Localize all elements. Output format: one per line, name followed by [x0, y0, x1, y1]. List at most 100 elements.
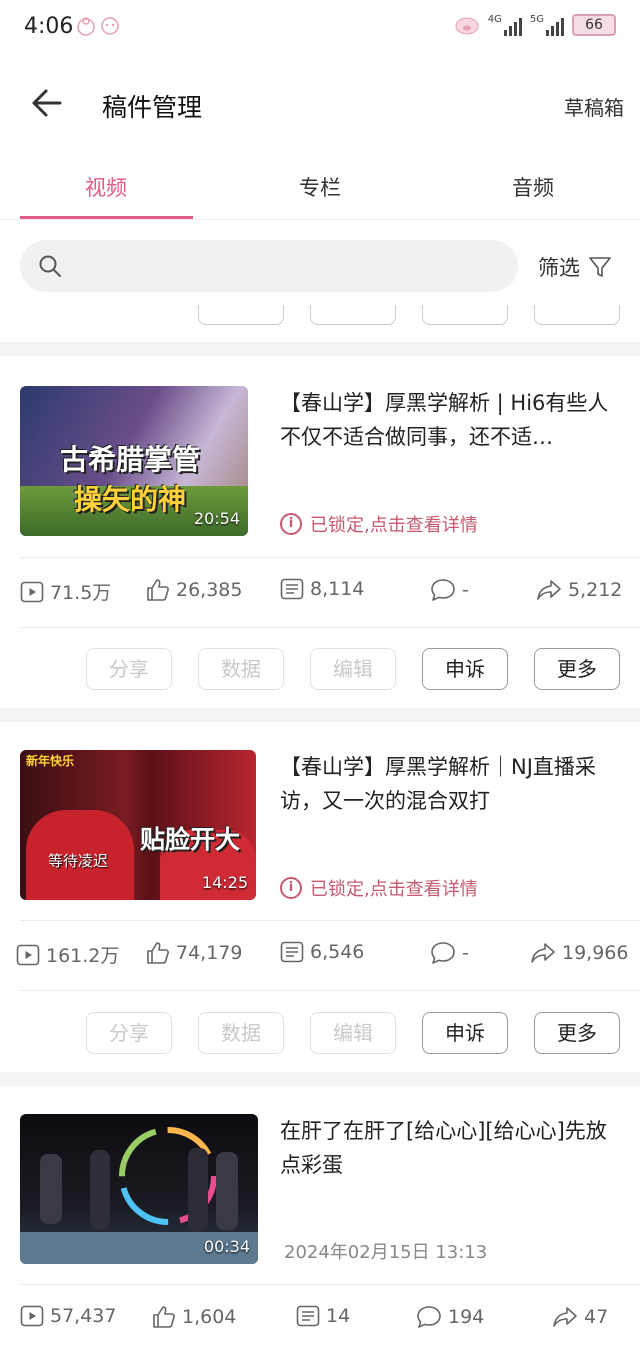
divider [20, 627, 640, 628]
stat-shares: 5,212 [536, 578, 622, 602]
share-arrow-icon [537, 580, 561, 600]
stat-danmaku: 14 [296, 1305, 350, 1327]
stat-plays: 161.2万 [16, 941, 119, 968]
battery-icon: 66 [572, 14, 616, 36]
section-gap [0, 708, 640, 722]
thumbnail-caption: 古希腊掌管 [60, 443, 201, 476]
thumbs-up-icon [153, 1306, 175, 1328]
status-bar: 4:06 4G 5G 66 [0, 0, 640, 56]
locked-status-text: 已锁定,点击查看详情 [310, 515, 478, 536]
search-icon [39, 255, 61, 277]
signal-5g-icon: 5G [530, 14, 564, 36]
clipped-button [310, 305, 396, 325]
video-duration: 20:54 [193, 509, 240, 528]
data-button[interactable]: 数据 [198, 648, 284, 690]
stat-shares: 47 [552, 1305, 608, 1329]
video-stats: 71.5万 26,385 8,114 - 5,212 [0, 578, 640, 608]
back-arrow-icon[interactable] [30, 86, 64, 120]
filter-funnel-icon [589, 257, 611, 277]
video-title[interactable]: 在肝了在肝了[给心心][给心心]先放点彩蛋 [280, 1114, 624, 1182]
section-gap [0, 342, 640, 356]
stat-danmaku: 6,546 [280, 941, 364, 963]
previous-item-actions-clipped [0, 305, 640, 325]
danmaku-icon [296, 1305, 320, 1327]
page-title: 稿件管理 [102, 93, 203, 122]
tab-bar: 视频 专栏 音频 [0, 152, 640, 220]
stat-danmaku: 8,114 [280, 578, 364, 600]
stat-likes: 26,385 [146, 578, 242, 602]
status-app-icon [77, 17, 95, 36]
edit-button[interactable]: 编辑 [310, 1012, 396, 1054]
stat-likes: 74,179 [146, 941, 242, 965]
drafts-button[interactable]: 草稿箱 [564, 92, 624, 121]
data-button[interactable]: 数据 [198, 1012, 284, 1054]
comment-bubble-icon [431, 579, 455, 601]
locked-status[interactable]: i 已锁定,点击查看详情 [280, 875, 478, 901]
stat-comments: - [430, 941, 469, 965]
info-icon: i [280, 513, 302, 535]
video-thumbnail[interactable]: 00:34 [20, 1114, 258, 1264]
video-stats: 57,437 1,604 14 194 47 [0, 1305, 640, 1335]
stat-likes: 1,604 [152, 1305, 236, 1329]
thumbnail-caption: 等待凌迟 [48, 852, 109, 870]
danmaku-icon [280, 578, 304, 600]
video-title[interactable]: 【春山学】厚黑学解析 | Hi6有些人不仅不适合做同事，还不适… [280, 386, 624, 454]
danmaku-icon [280, 941, 304, 963]
edit-button[interactable]: 编辑 [310, 648, 396, 690]
app-header: 稿件管理 草稿箱 [0, 56, 640, 152]
search-input[interactable] [76, 248, 496, 284]
info-icon: i [280, 877, 302, 899]
video-duration: 00:34 [203, 1237, 250, 1256]
thumbnail-caption: 操矢的神 [74, 483, 187, 516]
thumbnail-caption: 贴脸开大 [140, 825, 241, 854]
stat-shares: 19,966 [530, 941, 628, 965]
appeal-button[interactable]: 申诉 [422, 648, 508, 690]
pig-icon [455, 17, 479, 35]
divider [20, 1284, 640, 1285]
video-thumbnail[interactable]: 新年快乐 贴脸开大 等待凌迟 14:25 [20, 750, 256, 900]
stat-plays: 71.5万 [20, 578, 111, 605]
share-arrow-icon [531, 943, 555, 963]
share-button[interactable]: 分享 [86, 648, 172, 690]
divider [20, 920, 640, 921]
stat-plays: 57,437 [20, 1305, 116, 1327]
stat-comments: - [430, 578, 469, 602]
filter-button[interactable]: 筛选 [538, 252, 612, 282]
filter-label: 筛选 [538, 256, 580, 280]
share-arrow-icon [553, 1307, 577, 1327]
appeal-button[interactable]: 申诉 [422, 1012, 508, 1054]
clipped-button [198, 305, 284, 325]
publish-date: 2024年02月15日 13:13 [284, 1242, 488, 1263]
play-count-icon [20, 581, 44, 602]
comment-bubble-icon [431, 942, 455, 964]
section-gap [0, 1072, 640, 1086]
tab-audio[interactable]: 音频 [447, 172, 619, 202]
stat-comments: 194 [416, 1305, 484, 1329]
divider [20, 990, 640, 991]
signal-4g-icon: 4G [488, 14, 522, 36]
more-button[interactable]: 更多 [534, 1012, 620, 1054]
locked-status-text: 已锁定,点击查看详情 [310, 879, 478, 900]
tab-video[interactable]: 视频 [20, 172, 192, 202]
status-app-icon-2 [101, 17, 119, 35]
thumbs-up-icon [147, 579, 169, 601]
clipped-button [422, 305, 508, 325]
video-stats: 161.2万 74,179 6,546 - 19,966 [0, 941, 640, 971]
video-thumbnail[interactable]: 古希腊掌管 操矢的神 20:54 [20, 386, 248, 536]
video-actions: 分享 数据 编辑 申诉 更多 [0, 648, 640, 690]
locked-status[interactable]: i 已锁定,点击查看详情 [280, 511, 478, 537]
share-button[interactable]: 分享 [86, 1012, 172, 1054]
thumbnail-corner-text: 新年快乐 [26, 754, 75, 768]
divider [20, 557, 640, 558]
video-actions: 分享 数据 编辑 申诉 更多 [0, 1012, 640, 1054]
comment-bubble-icon [417, 1306, 441, 1328]
thumbs-up-icon [147, 942, 169, 964]
video-title[interactable]: 【春山学】厚黑学解析｜NJ直播采访，又一次的混合双打 [280, 750, 624, 818]
status-time: 4:06 [24, 14, 74, 39]
search-bar[interactable] [20, 240, 518, 292]
clipped-button [534, 305, 620, 325]
play-count-icon [20, 1305, 44, 1327]
tab-column[interactable]: 专栏 [234, 172, 406, 202]
play-count-icon [16, 944, 40, 965]
more-button[interactable]: 更多 [534, 648, 620, 690]
